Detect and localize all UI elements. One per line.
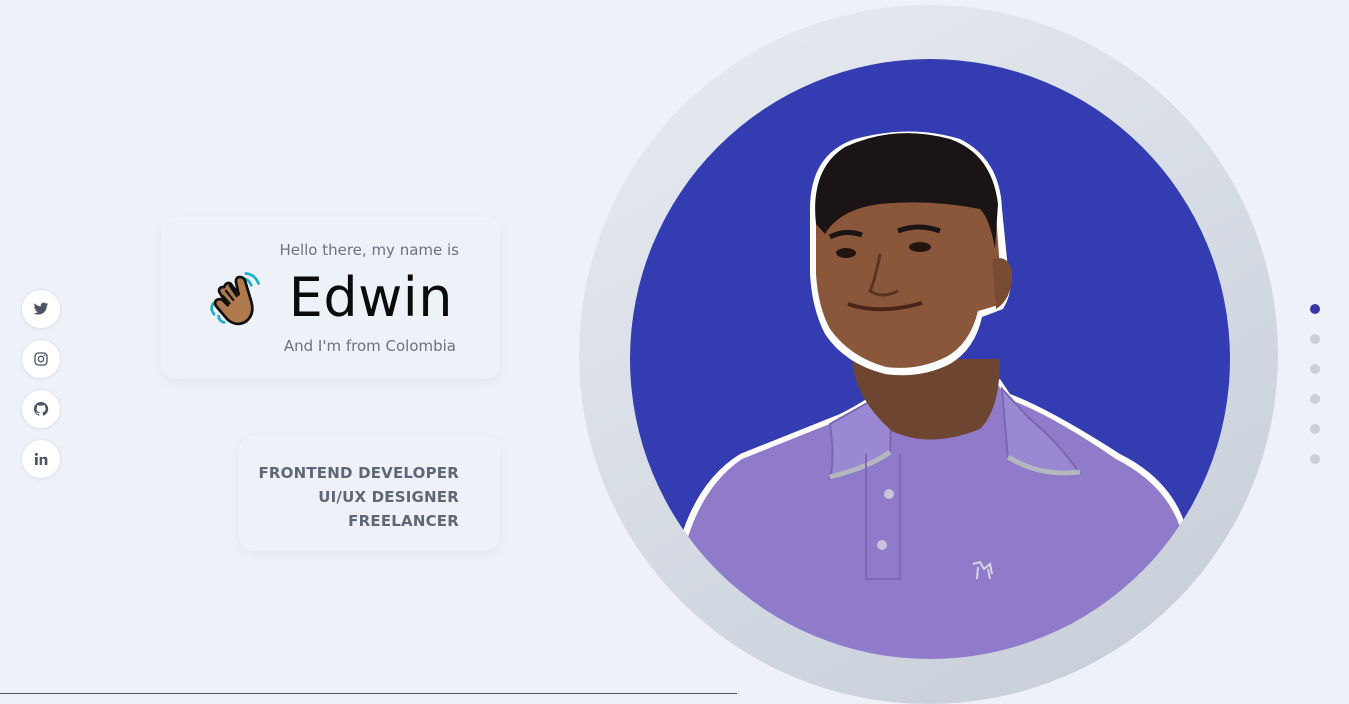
pagination-dot[interactable] [1310,334,1320,344]
role-item: UI/UX DESIGNER [318,488,459,506]
slide-pagination [1310,304,1320,464]
github-button[interactable] [21,389,61,429]
pagination-dot[interactable] [1310,364,1320,374]
pagination-dot[interactable] [1310,394,1320,404]
instagram-button[interactable] [21,339,61,379]
person-illustration [682,131,1190,659]
roles-card: FRONTEND DEVELOPER UI/UX DESIGNER FREELA… [240,438,499,550]
greeting-text: Hello there, my name is [279,241,459,259]
social-links [21,289,61,479]
pagination-dot[interactable] [1310,424,1320,434]
intro-card: Hello there, my name is Edwin And I'm fr… [162,218,499,378]
role-item: FREELANCER [348,512,459,530]
pagination-dot[interactable] [1310,304,1320,314]
pagination-dot[interactable] [1310,454,1320,464]
linkedin-button[interactable] [21,439,61,479]
github-icon [33,401,49,416]
role-item: FRONTEND DEVELOPER [258,464,459,482]
waving-hand-icon [210,272,260,326]
twitter-button[interactable] [21,289,61,329]
twitter-icon [33,302,49,315]
roles-list: FRONTEND DEVELOPER UI/UX DESIGNER FREELA… [258,461,459,533]
linkedin-icon [34,452,48,465]
name-heading: Edwin [288,266,453,329]
profile-photo [630,59,1230,659]
origin-text: And I'm from Colombia [283,337,456,355]
instagram-icon [34,352,48,366]
